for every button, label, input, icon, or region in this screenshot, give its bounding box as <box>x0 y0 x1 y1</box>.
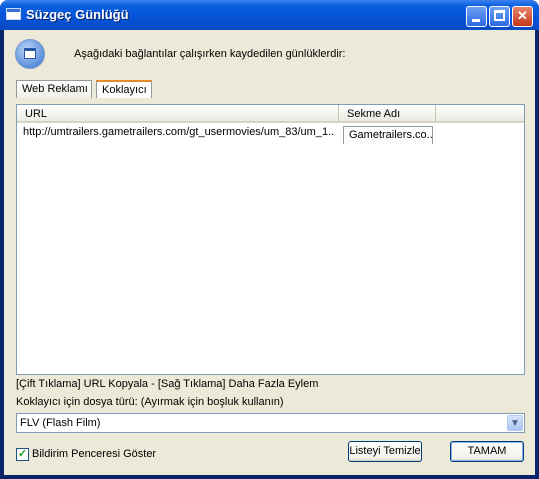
row-tab-name: Gametrailers.co... <box>343 126 433 144</box>
window-title: Süzgeç Günlüğü <box>26 7 129 22</box>
close-button[interactable]: ✕ <box>512 6 533 27</box>
clear-list-button[interactable]: Listeyi Temizle <box>348 441 422 462</box>
minimize-icon <box>472 19 480 22</box>
column-header-url[interactable]: URL <box>17 105 339 121</box>
tab-sniffer[interactable]: Koklayıcı <box>96 80 152 98</box>
chevron-down-icon[interactable]: ▼ <box>507 415 523 431</box>
notify-checkbox[interactable]: ✓ <box>16 448 29 461</box>
notify-label[interactable]: Bildirim Penceresi Göster <box>32 448 156 460</box>
list-header: URL Sekme Adı <box>17 105 524 123</box>
window-icon <box>6 8 21 20</box>
log-list[interactable]: URL Sekme Adı http://umtrailers.gametrai… <box>16 104 525 375</box>
table-row[interactable]: http://umtrailers.gametrailers.com/gt_us… <box>17 124 524 144</box>
filter-log-window: Süzgeç Günlüğü ✕ Aşağıdaki bağlantılar ç… <box>0 0 539 479</box>
maximize-icon <box>494 10 505 21</box>
filetype-value: FLV (Flash Film) <box>20 417 101 429</box>
tab-web-ads[interactable]: Web Reklamı <box>16 80 92 98</box>
maximize-button[interactable] <box>489 6 510 27</box>
column-header-tab-name[interactable]: Sekme Adı <box>339 105 436 121</box>
filter-log-icon <box>15 39 45 69</box>
usage-hint: [Çift Tıklama] URL Kopyala - [Sağ Tıklam… <box>16 378 319 390</box>
row-url: http://umtrailers.gametrailers.com/gt_us… <box>23 126 335 138</box>
title-bar[interactable]: Süzgeç Günlüğü ✕ <box>0 0 539 30</box>
filetype-label: Koklayıcı için dosya türü: (Ayırmak için… <box>16 396 284 408</box>
header-text: Aşağıdaki bağlantılar çalışırken kaydedi… <box>74 48 346 60</box>
dialog-body: Aşağıdaki bağlantılar çalışırken kaydedi… <box>4 30 535 475</box>
minimize-button[interactable] <box>466 6 487 27</box>
ok-button[interactable]: TAMAM <box>450 441 524 462</box>
filetype-select[interactable]: FLV (Flash Film) ▼ <box>16 413 525 433</box>
close-icon: ✕ <box>517 8 528 23</box>
